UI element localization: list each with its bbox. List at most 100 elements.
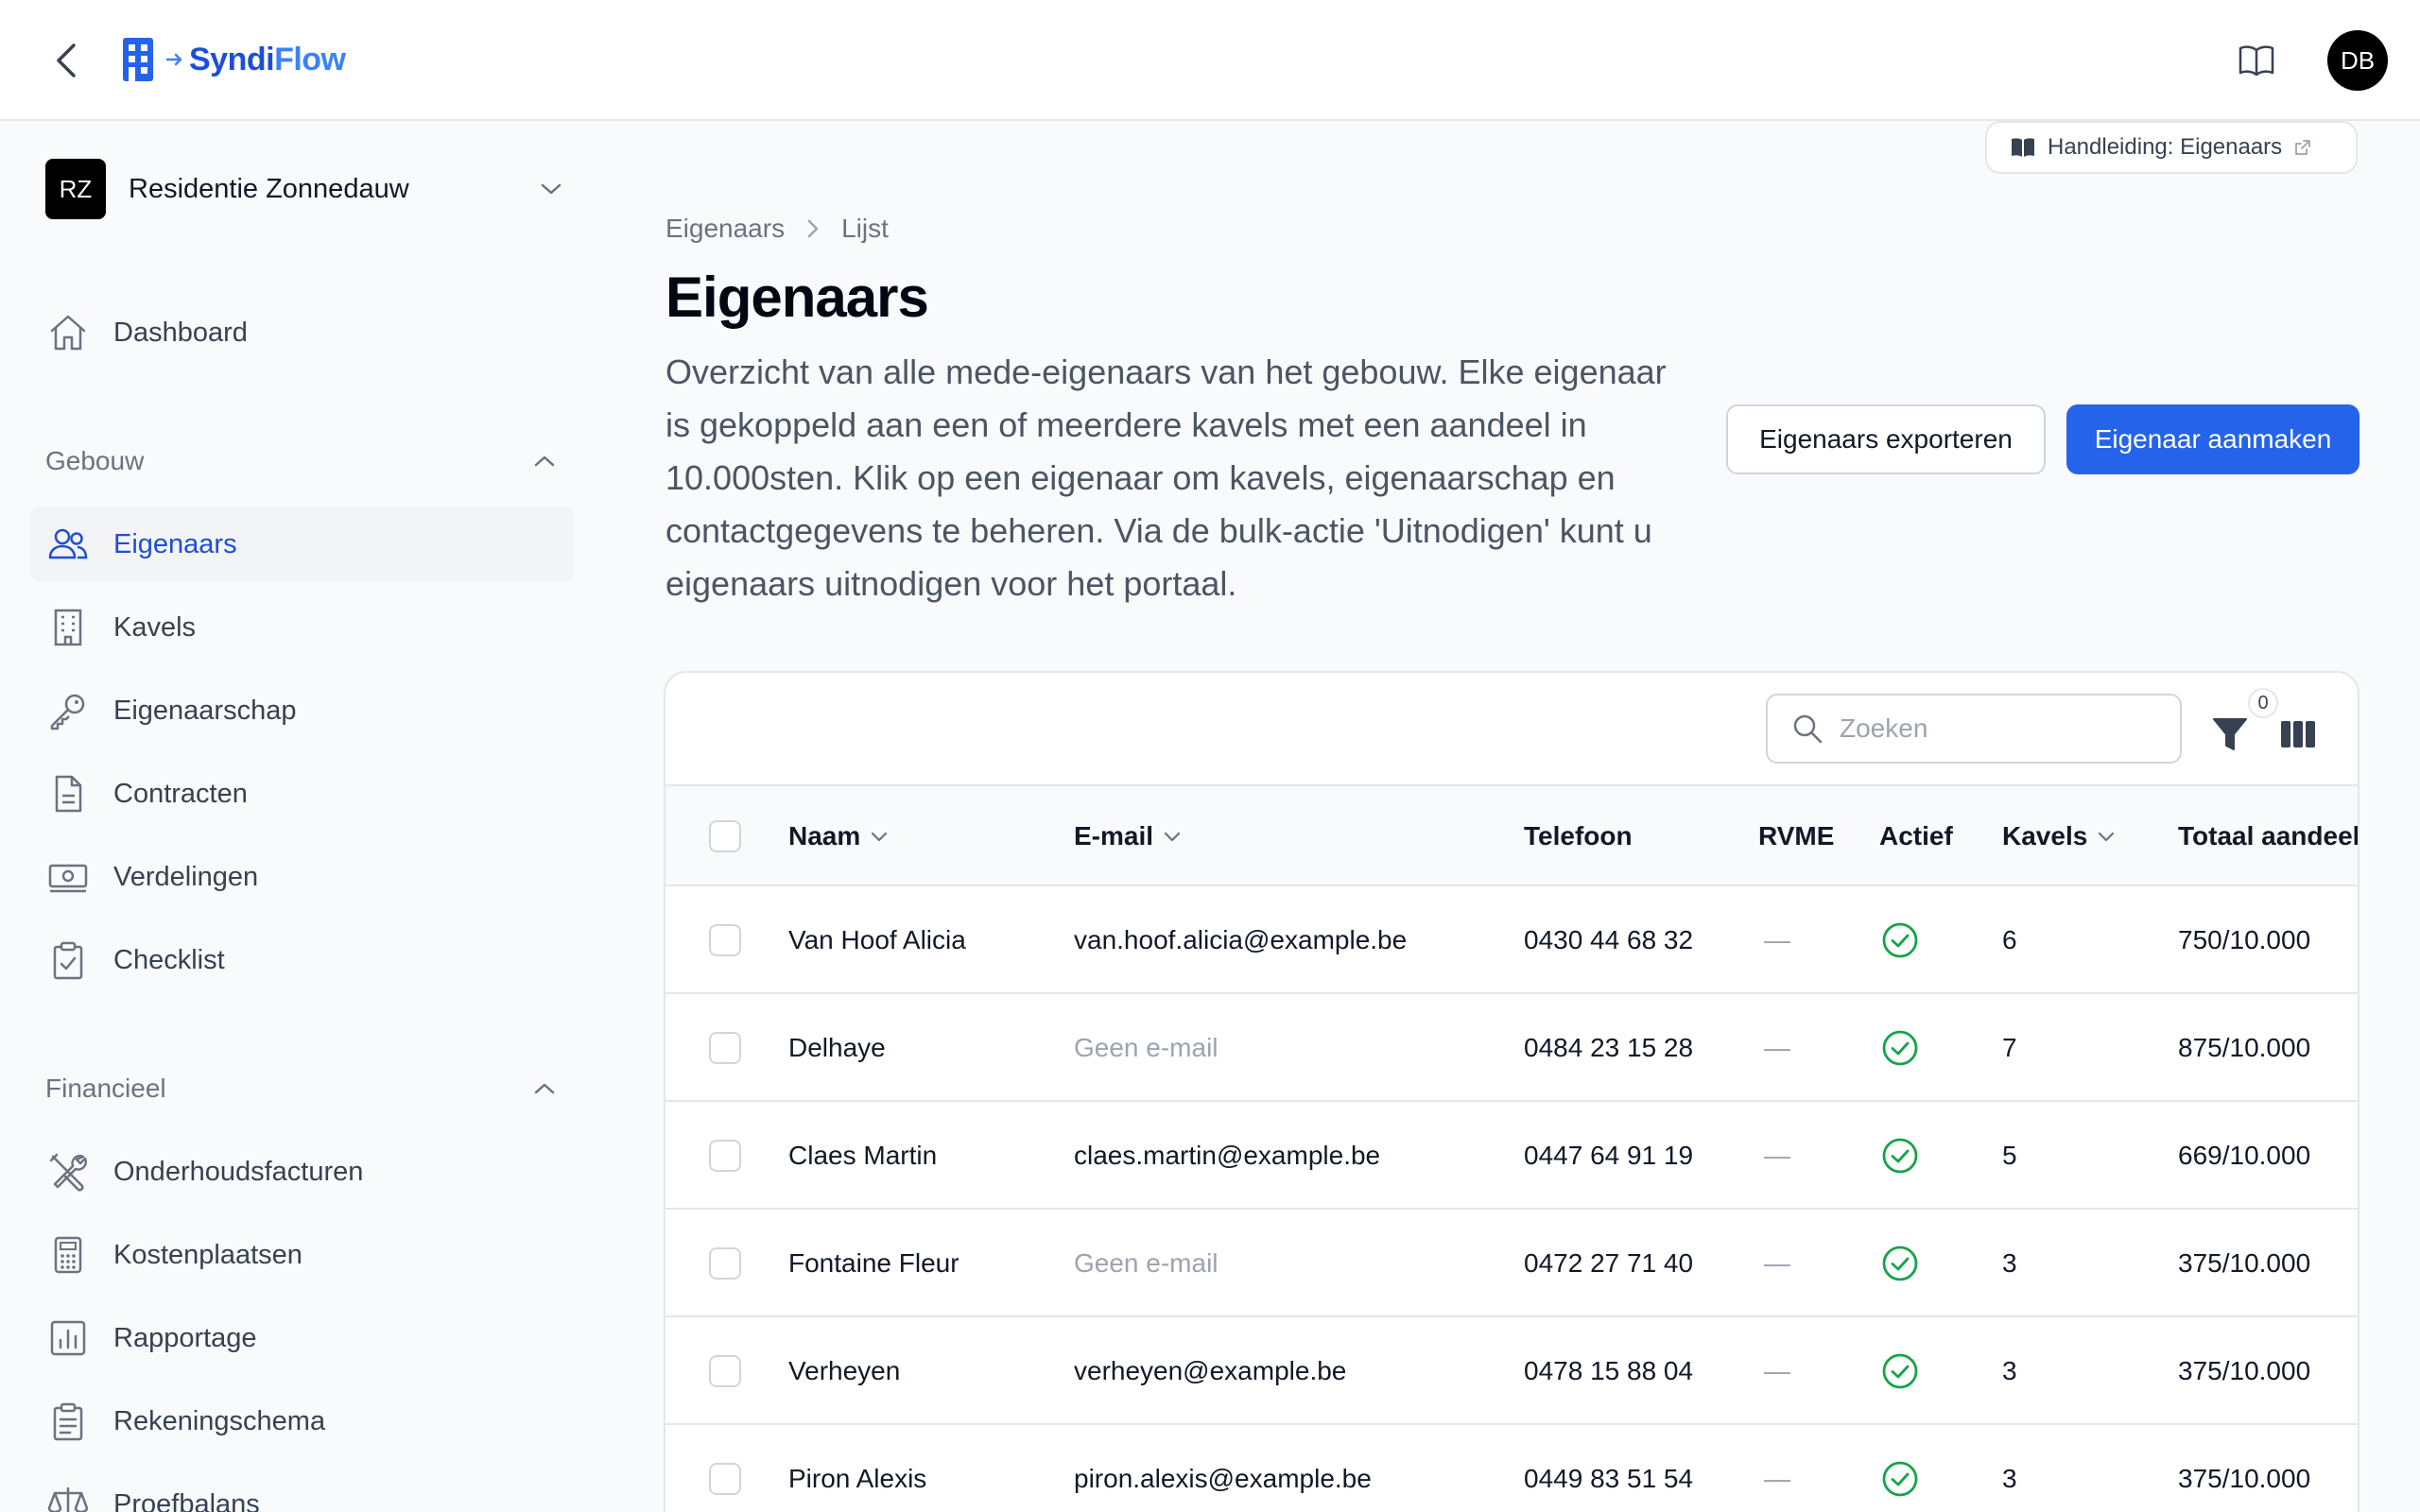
sidebar-item-kostenplaatsen[interactable]: Kostenplaatsen (30, 1217, 575, 1293)
sidebar-item-rapportage[interactable]: Rapportage (30, 1300, 575, 1376)
cell-rvme: — (1764, 1356, 1790, 1385)
export-owners-button[interactable]: Eigenaars exporteren (1726, 404, 2046, 474)
sidebar-item-onderhoudsfacturen[interactable]: Onderhoudsfacturen (30, 1134, 575, 1210)
sidebar-item-eigenaars[interactable]: Eigenaars (30, 507, 575, 582)
search-input[interactable] (1840, 713, 2142, 744)
sidebar-item-rekeningschema[interactable]: Rekeningschema (30, 1383, 575, 1459)
manual-link-button[interactable]: Handleiding: Eigenaars (1985, 121, 2358, 174)
columns-icon (2281, 721, 2315, 747)
col-telefoon: Telefoon (1524, 821, 1633, 850)
book-open-icon (2238, 45, 2274, 77)
user-avatar[interactable]: DB (2327, 30, 2388, 91)
row-checkbox[interactable] (709, 924, 741, 956)
table-row[interactable]: Piron Alexis piron.alexis@example.be 044… (666, 1425, 2358, 1512)
cell-totaal-aandeel: 375/10.000 (2178, 1356, 2311, 1385)
row-checkbox[interactable] (709, 1355, 741, 1387)
columns-toggle-button[interactable] (2276, 713, 2320, 756)
arrow-right-icon (166, 53, 182, 66)
filter-button[interactable] (2206, 711, 2254, 758)
check-circle-icon (1882, 1138, 1918, 1174)
chevron-down-icon (1164, 832, 1181, 842)
logo[interactable]: SyndiFlow (123, 38, 346, 81)
docs-button[interactable] (2235, 40, 2278, 81)
chevron-up-icon (534, 1083, 555, 1094)
sidebar-item-label: Checklist (113, 944, 225, 975)
col-kavels[interactable]: Kavels (2002, 786, 2116, 886)
section-financieel-toggle[interactable]: Financieel (45, 1070, 556, 1108)
filter-icon (2213, 718, 2247, 750)
bar-chart-icon (45, 1315, 91, 1361)
users-icon (45, 522, 91, 567)
sidebar: RZ Residentie Zonnedauw Dashboard Gebouw… (0, 123, 605, 1512)
cell-email: piron.alexis@example.be (1074, 1464, 1372, 1493)
row-select-cell (709, 1425, 741, 1512)
select-all-checkbox[interactable] (709, 820, 741, 852)
cell-kavels: 3 (2002, 1464, 2017, 1493)
breadcrumb-parent[interactable]: Eigenaars (666, 214, 785, 244)
sidebar-item-label: Kavels (113, 611, 197, 643)
back-button[interactable] (45, 38, 87, 83)
chevron-down-icon (537, 175, 565, 203)
cell-actief (1881, 1317, 1919, 1425)
sidebar-item-dashboard[interactable]: Dashboard (30, 295, 575, 370)
section-label: Gebouw (45, 446, 145, 475)
table-row[interactable]: Van Hoof Alicia van.hoof.alicia@example.… (666, 886, 2358, 994)
calculator-icon (45, 1232, 91, 1278)
cell-email: verheyen@example.be (1074, 1356, 1347, 1385)
page-description: Overzicht van alle mede-eigenaars van he… (666, 352, 1667, 603)
chevron-down-icon (872, 832, 888, 842)
cell-naam: Piron Alexis (788, 1464, 927, 1493)
col-email[interactable]: E-mail (1074, 786, 1182, 886)
chevron-down-icon (2099, 832, 2115, 842)
cell-rvme: — (1764, 925, 1790, 954)
cell-kavels: 5 (2002, 1141, 2017, 1170)
table-row[interactable]: Fontaine Fleur Geen e-mail 0472 27 71 40… (666, 1210, 2358, 1317)
cell-telefoon: 0478 15 88 04 (1524, 1356, 1694, 1385)
check-circle-icon (1882, 1246, 1918, 1281)
cell-email: Geen e-mail (1074, 1248, 1219, 1278)
table-row[interactable]: Delhaye Geen e-mail 0484 23 15 28 — 7 87… (666, 994, 2358, 1102)
clipboard-list-icon (45, 1399, 91, 1444)
table-row[interactable]: Verheyen verheyen@example.be 0478 15 88 … (666, 1317, 2358, 1425)
cell-email: van.hoof.alicia@example.be (1074, 925, 1408, 954)
cell-actief (1881, 1425, 1919, 1512)
section-gebouw-toggle[interactable]: Gebouw (45, 442, 556, 480)
check-circle-icon (1882, 1030, 1918, 1066)
chevron-up-icon (534, 455, 555, 467)
page-title: Eigenaars (666, 266, 929, 329)
sidebar-item-eigenaarschap[interactable]: Eigenaarschap (30, 673, 575, 748)
cell-actief (1881, 1210, 1919, 1317)
sidebar-item-contracten[interactable]: Contracten (30, 756, 575, 832)
search-box[interactable] (1766, 694, 2182, 764)
cell-rvme: — (1764, 1033, 1790, 1062)
row-select-cell (709, 886, 741, 994)
cell-totaal-aandeel: 669/10.000 (2178, 1141, 2311, 1170)
tenant-switcher[interactable]: RZ Residentie Zonnedauw (45, 159, 565, 219)
cell-totaal-aandeel: 875/10.000 (2178, 1033, 2311, 1062)
cell-totaal-aandeel: 750/10.000 (2178, 925, 2311, 954)
col-totaal-aandeel: Totaal aandeel (2178, 821, 2360, 850)
sidebar-item-label: Eigenaarschap (113, 695, 297, 726)
create-owner-button[interactable]: Eigenaar aanmaken (2066, 404, 2360, 474)
cell-telefoon: 0447 64 91 19 (1524, 1141, 1694, 1170)
building-icon (45, 605, 91, 650)
sidebar-item-kavels[interactable]: Kavels (30, 590, 575, 665)
row-select-cell (709, 1317, 741, 1425)
row-select-cell (709, 994, 741, 1102)
cell-rvme: — (1764, 1141, 1790, 1170)
col-naam[interactable]: Naam (788, 786, 889, 886)
breadcrumb: Eigenaars Lijst (666, 214, 889, 244)
sidebar-item-proefbalans[interactable]: Proefbalans (30, 1467, 575, 1512)
row-checkbox[interactable] (709, 1140, 741, 1172)
clipboard-check-icon (45, 937, 91, 983)
cell-totaal-aandeel: 375/10.000 (2178, 1464, 2311, 1493)
check-circle-icon (1882, 1461, 1918, 1497)
sidebar-item-label: Onderhoudsfacturen (113, 1156, 364, 1187)
row-checkbox[interactable] (709, 1247, 741, 1280)
sidebar-item-checklist[interactable]: Checklist (30, 922, 575, 998)
sidebar-item-verdelingen[interactable]: Verdelingen (30, 839, 575, 915)
row-checkbox[interactable] (709, 1463, 741, 1495)
row-checkbox[interactable] (709, 1032, 741, 1064)
breadcrumb-current: Lijst (841, 214, 889, 243)
table-row[interactable]: Claes Martin claes.martin@example.be 044… (666, 1102, 2358, 1210)
